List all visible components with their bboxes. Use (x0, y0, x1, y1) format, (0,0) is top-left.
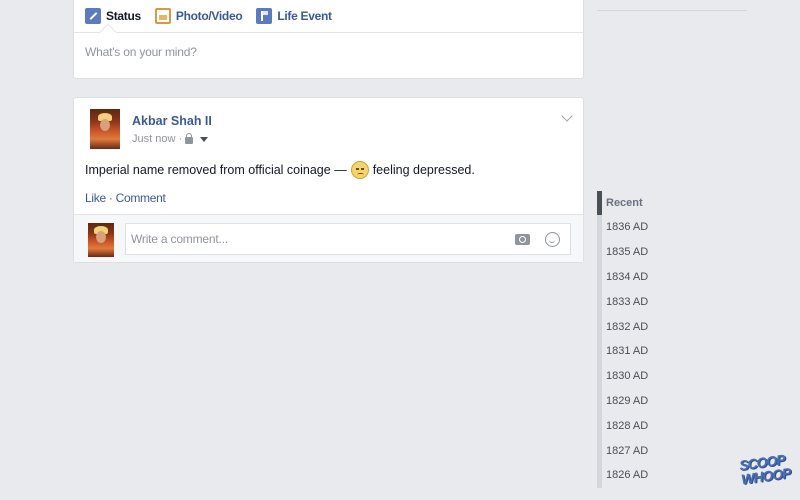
composer-tabs: Status Photo/Video Life Event (74, 0, 583, 33)
tab-photo-label: Photo/Video (175, 9, 243, 23)
lock-icon (185, 132, 194, 144)
timeline-item[interactable]: 1830 AD (597, 363, 667, 389)
timeline-item[interactable]: 1834 AD (597, 264, 667, 290)
avatar-face (100, 119, 110, 131)
news-feed-post: Akbar Shah II Just now · Imperial name r… (73, 97, 584, 263)
tab-photo-video[interactable]: Photo/Video (154, 8, 243, 24)
timeline-item[interactable]: 1836 AD (597, 215, 667, 240)
author-avatar[interactable] (90, 109, 120, 149)
avatar-face (96, 231, 106, 243)
status-composer: Status Photo/Video Life Event What's on … (73, 0, 584, 79)
post-meta: Just now · (132, 132, 209, 145)
timeline-item[interactable]: 1835 AD (597, 239, 667, 265)
timeline-item[interactable]: 1832 AD (597, 314, 667, 339)
status-input[interactable]: What's on your mind? (74, 33, 583, 71)
watermark-logo: SCOOP WHOOP (738, 451, 792, 488)
author-name[interactable]: Akbar Shah II (132, 114, 212, 128)
privacy-dropdown-icon[interactable] (200, 136, 209, 142)
timeline-item-recent[interactable]: Recent (597, 191, 667, 215)
tab-life-label: Life Event (277, 9, 332, 23)
smiley-icon[interactable] (545, 232, 560, 247)
timeline-item[interactable]: 1828 AD (597, 413, 667, 439)
timeline-item[interactable]: 1826 AD (597, 462, 667, 488)
comment-input[interactable]: Write a comment... (125, 223, 571, 255)
tab-life-event[interactable]: Life Event (256, 8, 332, 24)
post-text: Imperial name removed from official coin… (85, 161, 475, 179)
timeline-item[interactable]: 1827 AD (597, 438, 667, 463)
commenter-avatar (88, 223, 114, 257)
sad-face-icon (350, 161, 369, 179)
timeline-item[interactable]: 1829 AD (597, 388, 667, 414)
post-actions[interactable]: Like · Comment (85, 191, 166, 205)
tab-status[interactable]: Status (85, 8, 141, 24)
pencil-icon (85, 8, 101, 24)
tab-status-label: Status (106, 9, 141, 23)
comment-area: Write a comment... (74, 214, 583, 262)
post-message: Imperial name removed from official coin… (85, 163, 347, 177)
post-feeling: feeling depressed. (372, 163, 475, 177)
comment-placeholder: Write a comment... (131, 232, 228, 246)
photo-icon (154, 8, 171, 24)
timeline-item[interactable]: 1831 AD (597, 338, 667, 364)
chevron-down-icon[interactable] (561, 110, 573, 122)
timeline-item[interactable]: 1833 AD (597, 289, 667, 315)
timeline-year-nav: Recent 1836 AD 1835 AD 1834 AD 1833 AD 1… (597, 191, 667, 488)
camera-icon[interactable] (515, 234, 530, 245)
sidebar-divider (597, 10, 747, 11)
flag-icon (256, 8, 273, 24)
post-timestamp[interactable]: Just now · (132, 133, 182, 145)
